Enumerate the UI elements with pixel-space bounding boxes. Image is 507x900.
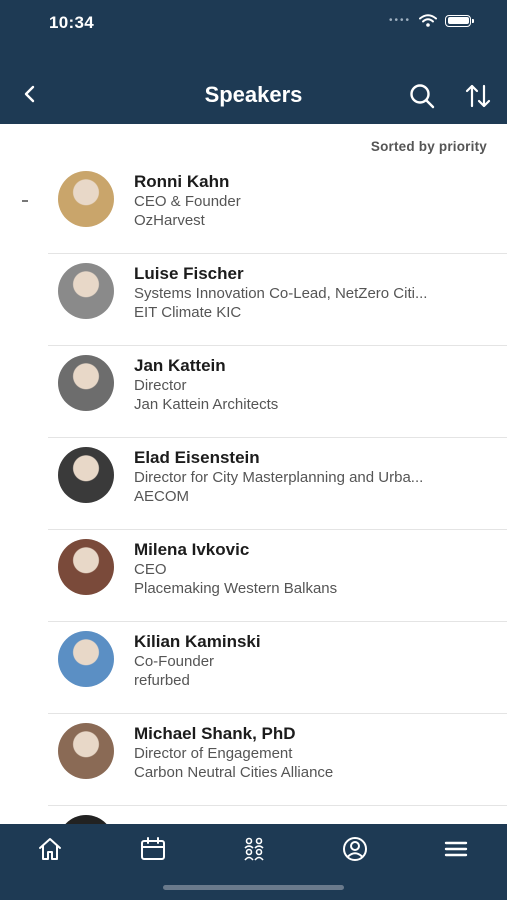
search-button[interactable] [408,82,436,110]
calendar-icon [141,837,165,860]
speaker-role: Director for City Masterplanning and Urb… [134,469,424,486]
tab-profile[interactable] [338,832,372,866]
top-bar: 10:34 •••• Speakers [0,0,507,124]
speaker-row[interactable]: Milena Ivkovic CEO Placemaking Western B… [0,530,507,622]
status-icons: •••• [388,14,474,27]
speaker-row[interactable]: Kilian Kaminski Co-Founder refurbed [0,622,507,714]
avatar [58,631,114,687]
speaker-row-partial[interactable] [0,806,507,824]
speaker-org: OzHarvest [134,212,205,229]
tab-people[interactable] [237,832,271,866]
status-time: 10:34 [49,13,94,32]
speaker-role: CEO [134,561,167,578]
speaker-org: refurbed [134,672,190,689]
speakers-list: Ronni Kahn CEO & Founder OzHarvest Luise… [0,162,507,824]
speaker-row[interactable]: Elad Eisenstein Director for City Master… [0,438,507,530]
avatar [58,263,114,319]
speaker-row[interactable]: Ronni Kahn CEO & Founder OzHarvest [0,162,507,254]
battery-icon [445,14,474,27]
speaker-name: Luise Fischer [134,264,244,283]
avatar [58,447,114,503]
avatar [58,171,114,227]
speaker-row[interactable]: Jan Kattein Director Jan Kattein Archite… [0,346,507,438]
speaker-org: AECOM [134,488,190,505]
avatar [58,355,114,411]
wifi-icon [419,14,437,27]
speaker-role: Director of Engagement [134,745,293,762]
speaker-role: Systems Innovation Co-Lead, NetZero Citi… [134,285,428,302]
avatar [58,723,114,779]
speaker-row[interactable]: Luise Fischer Systems Innovation Co-Lead… [0,254,507,346]
home-icon [39,838,61,860]
sort-label: Sorted by priority [370,139,487,154]
profile-icon [343,837,367,861]
tab-calendar[interactable] [136,832,170,866]
speaker-name: Michael Shank, PhD [134,724,296,743]
speaker-name: Kilian Kaminski [134,632,261,651]
signal-icon: •••• [388,15,411,26]
speaker-name: Milena Ivkovic [134,540,250,559]
speaker-name: Elad Eisenstein [134,448,260,467]
speaker-role: CEO & Founder [134,193,241,210]
speaker-org: Carbon Neutral Cities Alliance [134,764,334,781]
tab-menu[interactable] [439,832,473,866]
speaker-org: Placemaking Western Balkans [134,580,338,597]
speaker-row[interactable]: Michael Shank, PhD Director of Engagemen… [0,714,507,806]
speaker-role: Co-Founder [134,653,215,670]
avatar [58,815,114,824]
speaker-org: EIT Climate KIC [134,304,242,321]
speaker-name: Ronni Kahn [134,172,230,191]
avatar [58,539,114,595]
search-icon [410,84,435,109]
speaker-name: Jan Kattein [134,356,226,375]
speaker-role: Director [134,377,187,394]
speaker-org: Jan Kattein Architects [134,396,279,413]
tab-home[interactable] [33,832,67,866]
sort-button[interactable] [464,82,492,110]
sort-icon [465,84,491,108]
people-icon [244,837,264,861]
home-indicator [163,885,344,890]
menu-icon [444,841,468,857]
